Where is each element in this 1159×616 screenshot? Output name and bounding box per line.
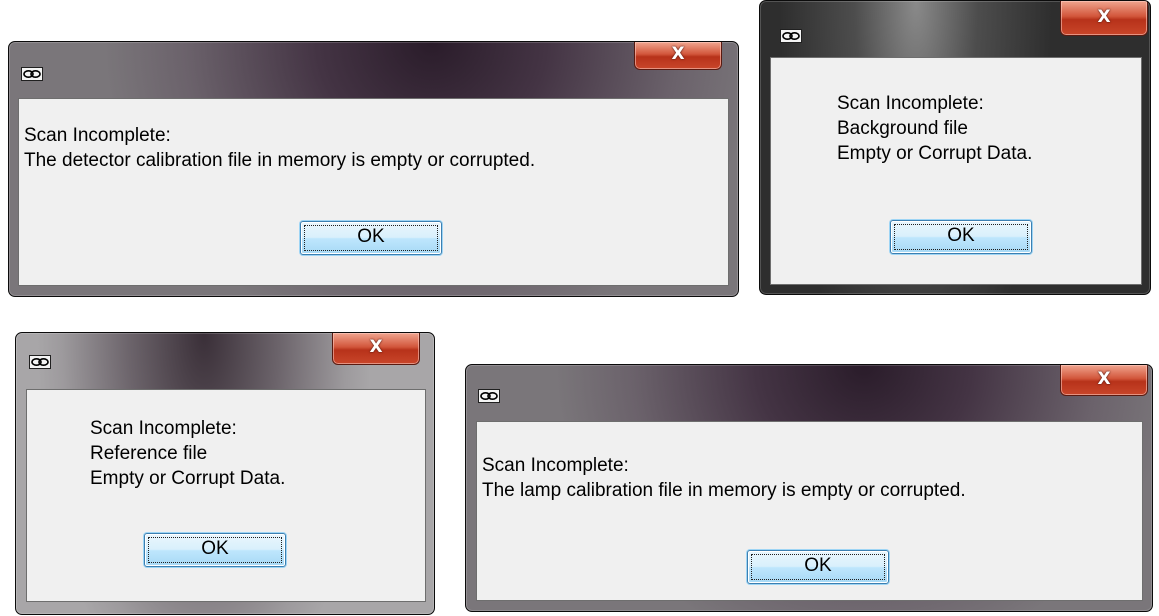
message-line-1: Scan Incomplete: — [482, 455, 629, 476]
dialog-content: Scan Incomplete: Reference file Empty or… — [26, 389, 426, 602]
close-button[interactable]: X — [1060, 1, 1148, 36]
close-button[interactable]: X — [634, 42, 722, 70]
ok-button[interactable]: OK — [144, 533, 286, 567]
message-line-2: The lamp calibration file in memory is e… — [482, 480, 966, 501]
close-icon: X — [369, 337, 383, 357]
ok-button[interactable]: OK — [890, 220, 1032, 254]
app-link-icon — [21, 67, 43, 81]
message-line-2: The detector calibration file in memory … — [24, 150, 536, 171]
close-button[interactable]: X — [332, 333, 420, 365]
ok-button[interactable]: OK — [747, 550, 889, 584]
app-link-icon — [780, 29, 802, 43]
message-line-2: Background file — [837, 118, 968, 139]
dialog-content: Scan Incomplete: The lamp calibration fi… — [476, 421, 1143, 601]
message-line-2: Reference file — [90, 443, 208, 464]
app-link-icon — [29, 355, 51, 369]
close-button[interactable]: X — [1060, 365, 1148, 396]
message-line-3: Empty or Corrupt Data. — [837, 143, 1033, 164]
close-icon: X — [1097, 7, 1111, 27]
dialog-content: Scan Incomplete: Background file Empty o… — [770, 57, 1142, 285]
close-icon: X — [671, 44, 685, 64]
dialog-lamp-calibration: X Scan Incomplete: The lamp calibration … — [465, 364, 1153, 612]
dialog-detector-calibration: X Scan Incomplete: The detector calibrat… — [8, 41, 739, 297]
dialog-background-file: X Scan Incomplete: Background file Empty… — [759, 0, 1151, 295]
dialog-reference-file: X Scan Incomplete: Reference file Empty … — [15, 332, 435, 615]
message-line-1: Scan Incomplete: — [837, 93, 984, 114]
message-line-3: Empty or Corrupt Data. — [90, 468, 286, 489]
app-link-icon — [478, 389, 500, 403]
dialog-content: Scan Incomplete: The detector calibratio… — [18, 98, 729, 286]
close-icon: X — [1097, 369, 1111, 389]
ok-button[interactable]: OK — [300, 221, 442, 255]
message-line-1: Scan Incomplete: — [90, 418, 237, 439]
message-line-1: Scan Incomplete: — [24, 125, 171, 146]
